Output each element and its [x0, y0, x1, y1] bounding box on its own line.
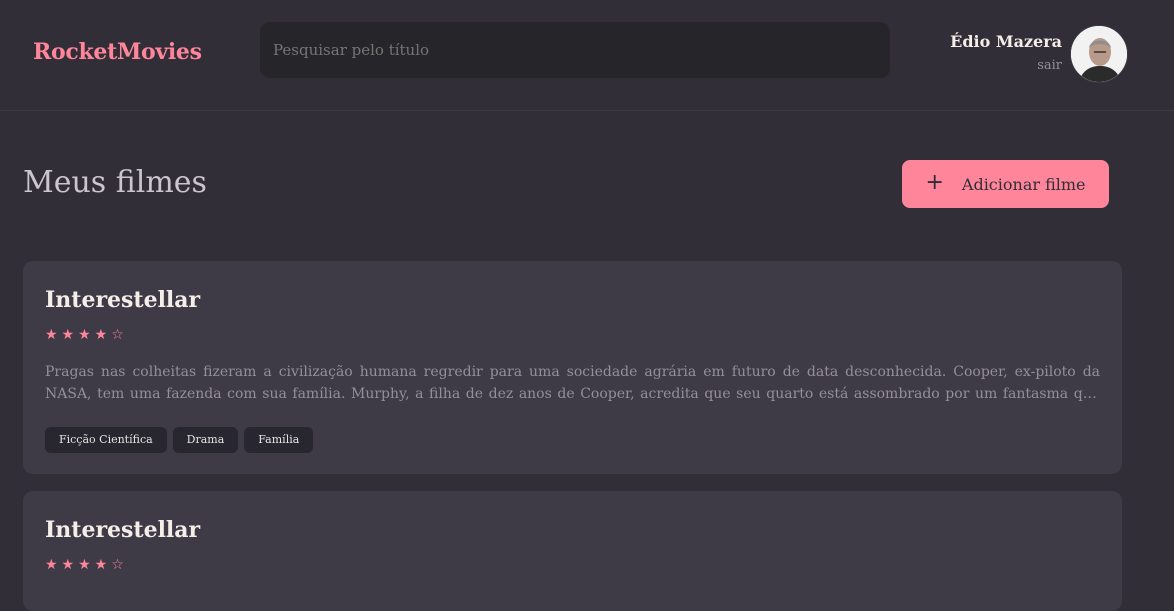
user-photo-icon	[1071, 26, 1127, 82]
movie-description: Pragas nas colheitas fizeram a civilizaç…	[45, 364, 1100, 402]
tag-list: Ficção Científica Drama Família	[45, 427, 314, 453]
add-movie-label: Adicionar filme	[961, 174, 1086, 194]
movie-card[interactable]: Interestellar ★★★★☆ Pragas nas colheitas…	[23, 261, 1122, 474]
page-title: Meus filmes	[23, 165, 207, 200]
search-input[interactable]	[260, 22, 890, 78]
add-movie-button[interactable]: + Adicionar filme	[902, 160, 1109, 208]
tag: Drama	[172, 427, 239, 453]
brand-logo[interactable]: RocketMovies	[33, 39, 202, 65]
tag: Família	[244, 427, 314, 453]
movie-card[interactable]: Interestellar ★★★★☆	[23, 491, 1122, 611]
logout-link[interactable]: sair	[1037, 58, 1062, 73]
movie-title: Interestellar	[45, 517, 201, 543]
star-rating: ★★★★☆	[45, 557, 128, 573]
tag: Ficção Científica	[45, 427, 167, 453]
plus-icon: +	[925, 169, 944, 195]
user-name: Édio Mazera	[950, 32, 1062, 51]
movie-title: Interestellar	[45, 287, 201, 313]
app-header: RocketMovies Édio Mazera sair	[0, 0, 1174, 111]
star-rating: ★★★★☆	[45, 327, 128, 343]
avatar[interactable]	[1070, 25, 1128, 83]
